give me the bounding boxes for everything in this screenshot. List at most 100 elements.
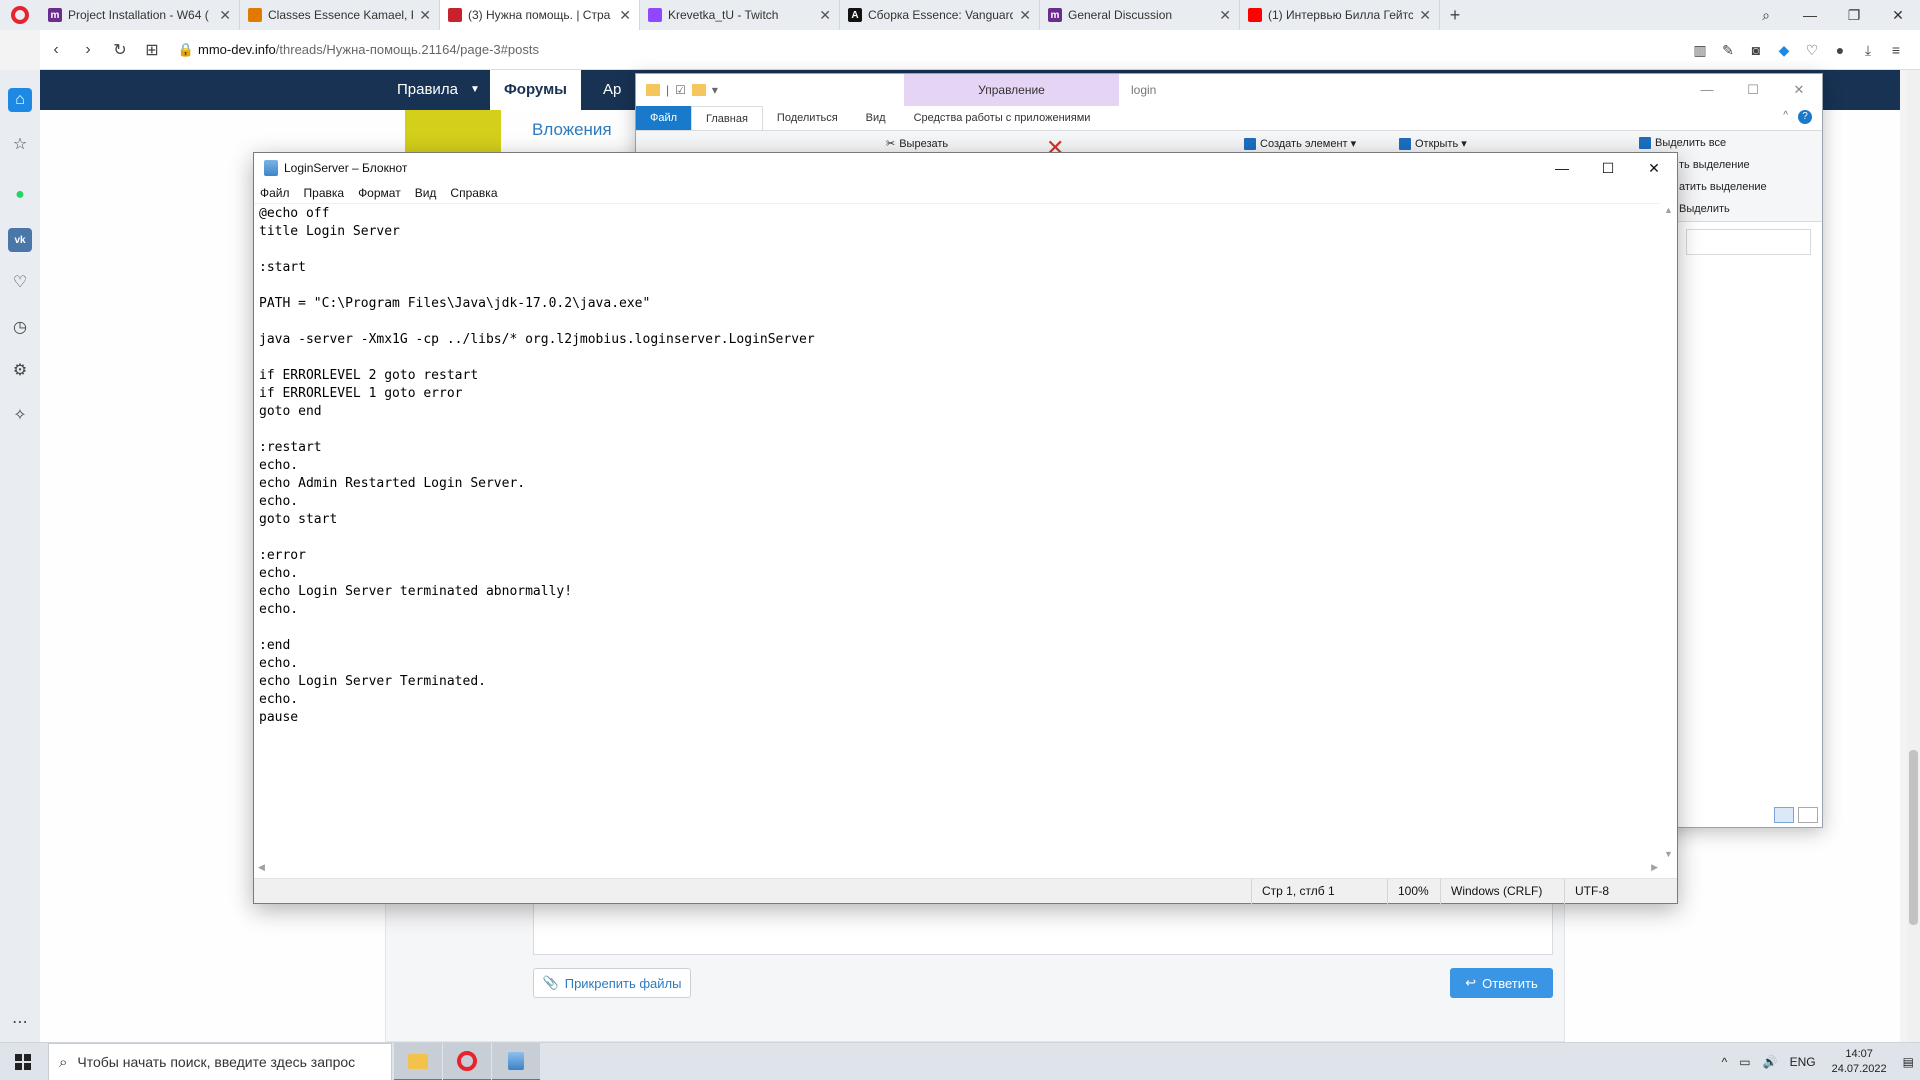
details-view-icon[interactable]	[1774, 807, 1794, 823]
maximize-icon[interactable]: ☐	[1730, 74, 1776, 106]
explorer-search-box[interactable]	[1686, 229, 1811, 255]
horizontal-scrollbar[interactable]: ◀ ▶	[254, 861, 1662, 878]
browser-tab[interactable]: Krevetka_tU - Twitch ✕	[640, 0, 840, 30]
reply-editor[interactable]	[533, 900, 1553, 955]
help-icon[interactable]: ?	[1798, 110, 1812, 124]
reply-button[interactable]: ↩ Ответить	[1450, 968, 1553, 998]
network-icon[interactable]: ▭	[1739, 1055, 1750, 1069]
page-scrollbar[interactable]	[1907, 70, 1920, 1042]
whatsapp-icon[interactable]: ●	[8, 183, 32, 207]
taskbar-opera[interactable]	[443, 1043, 491, 1080]
ribbon-tab-view[interactable]: Вид	[852, 106, 900, 130]
editor-content[interactable]: @echo off title Login Server :start PATH…	[259, 205, 815, 727]
close-icon[interactable]: ✕	[1631, 153, 1677, 183]
close-tab-icon[interactable]: ✕	[219, 7, 231, 24]
forward-icon[interactable]: ›	[72, 41, 104, 59]
camera-icon[interactable]: ◙	[1742, 42, 1770, 58]
cut-button[interactable]: ✂ Вырезать	[886, 137, 948, 151]
nav-partial[interactable]: Ар	[603, 70, 621, 110]
browser-tab[interactable]: (3) Нужна помощь. | Стра ✕	[440, 0, 640, 30]
menu-icon[interactable]: ≡	[1882, 42, 1910, 58]
home-icon[interactable]: ⌂	[8, 88, 32, 112]
ribbon-tab-app-tools[interactable]: Средства работы с приложениями	[900, 106, 1105, 130]
minimize-icon[interactable]: —	[1539, 153, 1585, 183]
reload-icon[interactable]: ↻	[104, 40, 136, 60]
bulb-icon[interactable]: ✧	[8, 403, 32, 427]
collapse-ribbon-icon[interactable]: ^	[1783, 110, 1788, 121]
new-tab-button[interactable]: +	[1440, 5, 1470, 26]
scrollbar-thumb[interactable]	[1909, 750, 1918, 925]
taskbar-explorer[interactable]	[394, 1043, 442, 1080]
maximize-icon[interactable]: ☐	[1585, 153, 1631, 183]
nav-forums[interactable]: Форумы	[490, 70, 581, 110]
lock-icon[interactable]: 🔒	[174, 42, 198, 58]
browser-tab[interactable]: m General Discussion ✕	[1040, 0, 1240, 30]
menu-help[interactable]: Справка	[450, 186, 497, 200]
vk-icon[interactable]: vk	[8, 228, 32, 252]
speed-dial-icon[interactable]: ⊞	[136, 40, 168, 60]
browser-tab[interactable]: Classes Essence Kamael, Ре ✕	[240, 0, 440, 30]
back-icon[interactable]: ‹	[40, 41, 72, 59]
download-icon[interactable]: ⤓	[1854, 42, 1882, 59]
menu-edit[interactable]: Правка	[304, 186, 345, 200]
browser-tab[interactable]: m Project Installation - W64 (✕	[40, 0, 240, 30]
close-tab-icon[interactable]: ✕	[419, 7, 431, 24]
scroll-left-icon[interactable]: ◀	[258, 862, 265, 873]
invert-selection-button[interactable]: атить выделение	[1679, 181, 1767, 193]
select-button[interactable]: Выделить	[1679, 203, 1730, 215]
restore-icon[interactable]: ❐	[1832, 7, 1876, 24]
opera-menu-icon[interactable]	[0, 0, 40, 30]
attach-files-button[interactable]: 📎 Прикрепить файлы	[533, 968, 691, 998]
browser-tab[interactable]: A Сборка Essence: Vanguard ✕	[840, 0, 1040, 30]
manage-tab[interactable]: Управление	[904, 74, 1119, 106]
close-tab-icon[interactable]: ✕	[819, 7, 831, 24]
open-button[interactable]: Открыть ▾	[1399, 137, 1467, 150]
deselect-button[interactable]: ть выделение	[1679, 159, 1750, 171]
language-indicator[interactable]: ENG	[1790, 1055, 1816, 1069]
taskbar-search[interactable]: ⌕ Чтобы начать поиск, введите здесь запр…	[48, 1043, 392, 1080]
close-tab-icon[interactable]: ✕	[1419, 7, 1431, 24]
select-all-button[interactable]: Выделить все	[1639, 137, 1726, 149]
create-item-button[interactable]: Создать элемент ▾	[1244, 137, 1356, 150]
account-icon[interactable]: ●	[1826, 42, 1854, 58]
scroll-right-icon[interactable]: ▶	[1651, 862, 1658, 873]
chevron-down-icon[interactable]: ▼	[470, 70, 480, 110]
start-button[interactable]	[0, 1043, 46, 1080]
star-icon[interactable]: ☆	[8, 132, 32, 156]
volume-icon[interactable]: 🔊	[1763, 1055, 1778, 1069]
vertical-scrollbar[interactable]: ▲ ▼	[1660, 203, 1677, 861]
minimize-icon[interactable]: —	[1684, 74, 1730, 106]
notifications-icon[interactable]: ▤	[1903, 1055, 1914, 1069]
heart-icon[interactable]: ♡	[1798, 42, 1826, 59]
checkbox-icon[interactable]: ☑	[675, 83, 686, 97]
heart-icon[interactable]: ♡	[8, 270, 32, 294]
chevron-up-icon[interactable]: ^	[1722, 1055, 1728, 1069]
menu-view[interactable]: Вид	[415, 186, 437, 200]
clock[interactable]: 14:07 24.07.2022	[1832, 1047, 1887, 1077]
dropdown-icon[interactable]: ▾	[712, 83, 718, 97]
close-icon[interactable]: ✕	[1776, 74, 1822, 106]
nav-rules[interactable]: Правила	[397, 70, 458, 110]
close-tab-icon[interactable]: ✕	[1219, 7, 1231, 24]
ribbon-tab-home[interactable]: Главная	[691, 106, 763, 130]
history-icon[interactable]: ◷	[8, 315, 32, 339]
large-icons-view-icon[interactable]	[1798, 807, 1818, 823]
more-icon[interactable]: ⋯	[8, 1010, 32, 1034]
shield-icon[interactable]: ◆	[1770, 42, 1798, 59]
close-tab-icon[interactable]: ✕	[1019, 7, 1031, 24]
scroll-down-icon[interactable]: ▼	[1660, 849, 1677, 859]
search-icon[interactable]: ⌕	[1744, 7, 1788, 24]
reader-icon[interactable]: ▥	[1686, 42, 1714, 59]
edit-icon[interactable]: ✎	[1714, 42, 1742, 59]
settings-icon[interactable]: ⚙	[8, 358, 32, 382]
menu-file[interactable]: Файл	[260, 186, 290, 200]
minimize-icon[interactable]: —	[1788, 7, 1832, 23]
text-editor[interactable]: @echo off title Login Server :start PATH…	[254, 203, 1662, 861]
menu-format[interactable]: Формат	[358, 186, 401, 200]
close-icon[interactable]: ✕	[1876, 7, 1920, 24]
taskbar-notepad[interactable]	[492, 1043, 540, 1080]
scroll-up-icon[interactable]: ▲	[1660, 205, 1677, 215]
close-tab-icon[interactable]: ✕	[619, 7, 631, 24]
ribbon-tab-share[interactable]: Поделиться	[763, 106, 852, 130]
ribbon-tab-file[interactable]: Файл	[636, 106, 692, 130]
